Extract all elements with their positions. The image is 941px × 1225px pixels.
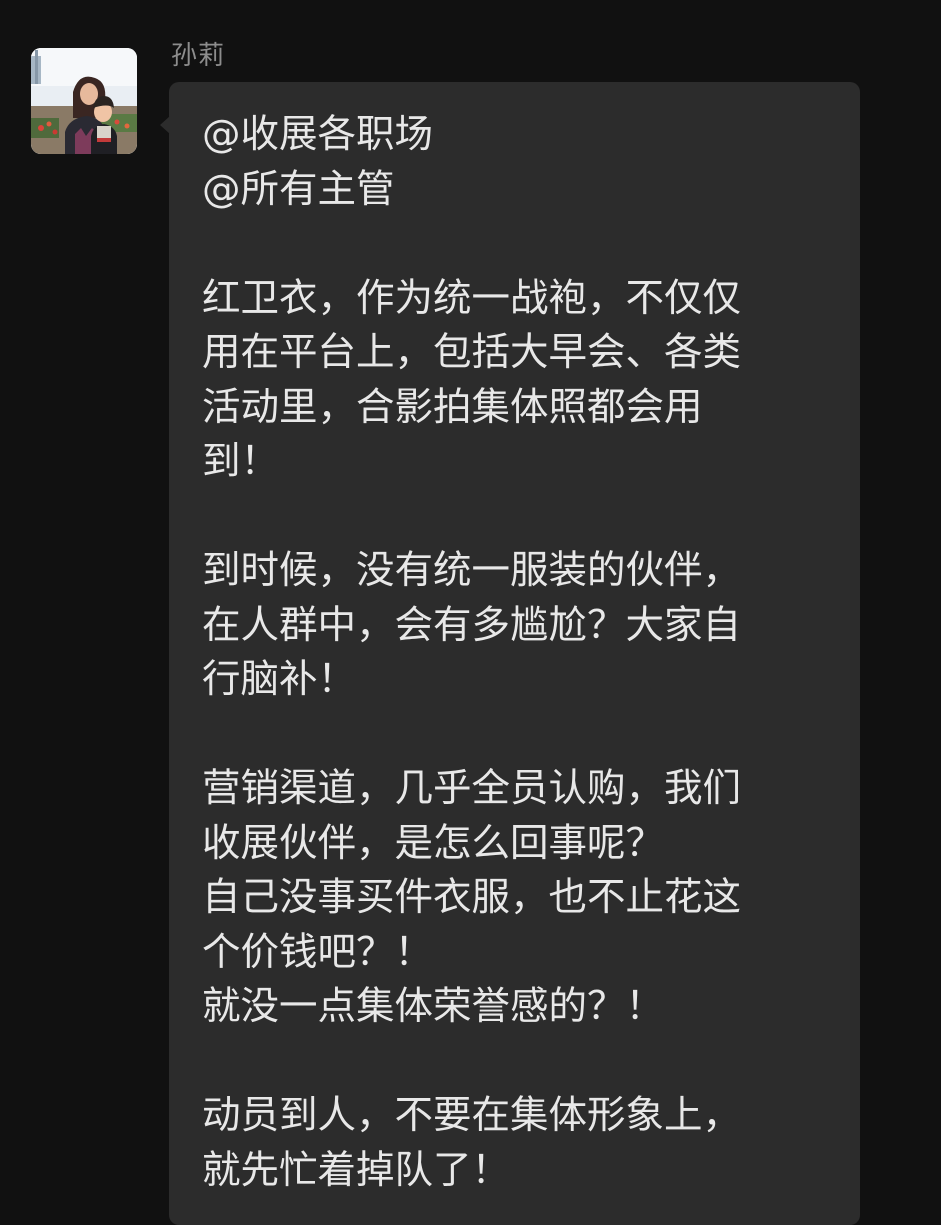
message-bubble[interactable]: @收展各职场 @所有主管 红卫衣，作为统一战袍，不仅仅 用在平台上，包括大早会、… [160,82,860,1225]
avatar-photo-icon [31,48,137,154]
message-text: @收展各职场 @所有主管 红卫衣，作为统一战袍，不仅仅 用在平台上，包括大早会、… [202,112,742,1193]
bubble-tail [160,116,170,134]
avatar[interactable] [31,48,137,154]
sender-name: 孙莉 [171,41,226,71]
chat-message: 孙莉 @收展各职场 @所有主管 红卫衣，作为统一战袍，不仅仅 用在平台上，包括大… [0,0,941,1225]
